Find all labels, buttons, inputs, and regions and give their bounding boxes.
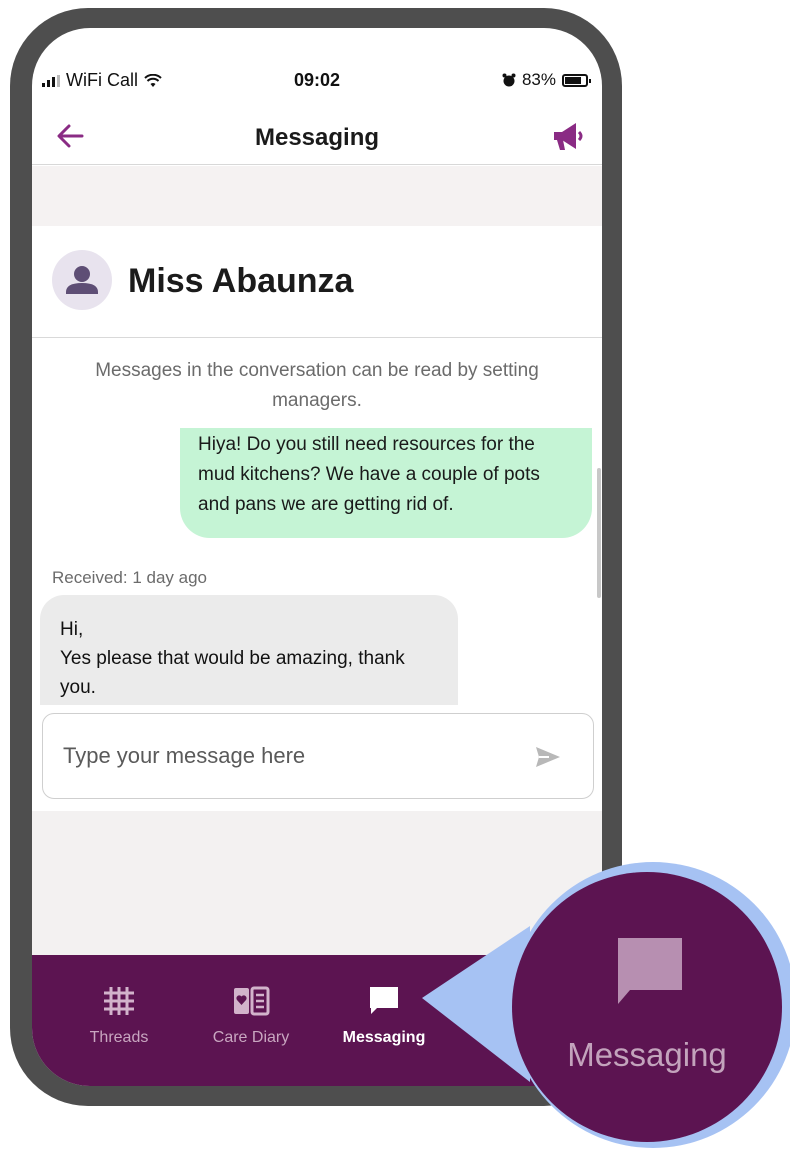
conversation-notice: Messages in the conversation can be read… xyxy=(95,360,539,411)
person-icon xyxy=(66,266,98,294)
page-title: Messaging xyxy=(254,124,380,151)
zoom-message-bubble-icon xyxy=(618,938,682,1004)
announcements-button[interactable] xyxy=(548,118,588,156)
message-bubble-icon xyxy=(370,987,398,1014)
received-message-line: Hi, xyxy=(60,619,84,640)
status-right: 83% xyxy=(502,70,591,90)
tab-threads[interactable]: Threads xyxy=(64,983,174,1047)
avatar xyxy=(52,250,112,310)
scrollbar[interactable] xyxy=(597,468,601,598)
send-button[interactable] xyxy=(533,742,563,772)
megaphone-icon xyxy=(554,123,583,150)
status-bar: WiFi Call 09:02 83% xyxy=(32,28,602,110)
tab-care-diary[interactable]: Care Diary xyxy=(196,983,306,1047)
message-input[interactable] xyxy=(63,734,503,778)
contact-name: Miss Abaunza xyxy=(128,262,354,300)
sent-message-bubble: Hiya! Do you still need resources for th… xyxy=(180,428,592,538)
battery-icon xyxy=(562,73,591,87)
banner-area xyxy=(32,166,602,226)
send-icon xyxy=(536,747,560,767)
tab-label: Threads xyxy=(89,1029,149,1046)
nav-bar: Messaging xyxy=(32,110,602,165)
received-message-line: Yes please that would be amazing, thank … xyxy=(60,648,405,698)
alarm-icon xyxy=(502,73,516,87)
received-message-bubble: Hi, Yes please that would be amazing, th… xyxy=(40,595,458,705)
threads-grid-icon xyxy=(104,987,134,1015)
care-diary-icon xyxy=(234,986,270,1016)
contact-header: Miss Abaunza xyxy=(32,226,602,338)
battery-percent: 83% xyxy=(521,70,556,89)
message-composer xyxy=(42,713,594,799)
illustration: WiFi Call 09:02 83% Messaging Miss Abaun… xyxy=(0,0,790,1155)
tab-label: Care Diary xyxy=(212,1029,290,1046)
received-timestamp: Received: 1 day ago xyxy=(52,568,207,587)
zoom-callout-label: Messaging xyxy=(567,1036,727,1073)
